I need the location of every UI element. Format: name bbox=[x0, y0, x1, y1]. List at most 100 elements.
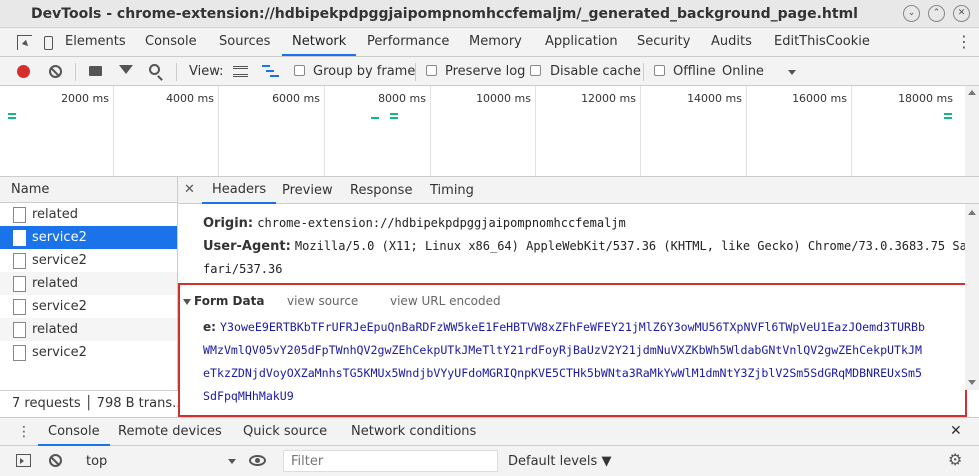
list-item[interactable]: related bbox=[0, 272, 177, 295]
console-filter-input[interactable] bbox=[283, 450, 498, 472]
search-icon[interactable] bbox=[149, 64, 163, 81]
live-expression-eye-icon[interactable] bbox=[249, 455, 266, 466]
user-agent-header: User-Agent: Mozilla/5.0 (X11; Linux x86_… bbox=[203, 239, 967, 254]
file-icon bbox=[13, 276, 26, 292]
chevron-down-icon[interactable] bbox=[228, 459, 236, 464]
close-drawer-icon[interactable]: ✕ bbox=[950, 423, 962, 439]
status-summary: 7 requests │ 798 B trans... bbox=[0, 390, 178, 416]
request-list: Name related service2 service2 related s… bbox=[0, 177, 178, 416]
list-item[interactable]: related bbox=[0, 318, 177, 341]
tab-application[interactable]: Application bbox=[545, 28, 618, 56]
waterfall-icon[interactable] bbox=[262, 65, 280, 77]
tab-audits[interactable]: Audits bbox=[711, 28, 752, 56]
disable-cache-label: Disable cache bbox=[550, 64, 641, 79]
group-by-frame-checkbox[interactable] bbox=[294, 65, 305, 76]
record-icon[interactable] bbox=[17, 65, 30, 78]
disable-cache-checkbox[interactable] bbox=[530, 65, 541, 76]
tab-console[interactable]: Console bbox=[145, 28, 197, 56]
gridline bbox=[113, 86, 114, 176]
toolbar-separator bbox=[75, 63, 76, 81]
maximize-icon[interactable]: ⌃ bbox=[928, 5, 945, 22]
window-title: DevTools - chrome-extension://hdbipekpdp… bbox=[31, 6, 858, 22]
preserve-log-checkbox[interactable] bbox=[426, 65, 437, 76]
tab-response[interactable]: Response bbox=[350, 183, 412, 198]
tick-label: 2000 ms bbox=[61, 92, 109, 105]
list-item[interactable]: service2 bbox=[0, 249, 177, 272]
view-url-encoded-link[interactable]: view URL encoded bbox=[390, 294, 501, 308]
gear-icon[interactable]: ⚙ bbox=[948, 452, 962, 468]
tab-sources[interactable]: Sources bbox=[219, 28, 270, 56]
tab-network[interactable]: Network bbox=[282, 28, 357, 56]
more-options-icon[interactable]: ⋮ bbox=[956, 34, 972, 50]
console-sidebar-icon[interactable] bbox=[16, 454, 31, 467]
file-icon bbox=[13, 345, 26, 361]
request-bar bbox=[390, 117, 398, 119]
request-name: service2 bbox=[32, 253, 87, 268]
close-detail-icon[interactable]: ✕ bbox=[184, 182, 195, 197]
view-source-link[interactable]: view source bbox=[287, 294, 358, 308]
file-icon bbox=[13, 253, 26, 269]
drawer-menu-icon[interactable]: ⋮ bbox=[17, 424, 31, 440]
list-item[interactable]: related bbox=[0, 203, 177, 226]
user-agent-continued: fari/537.36 bbox=[203, 262, 282, 277]
close-icon[interactable]: ✕ bbox=[953, 5, 970, 22]
request-bar bbox=[371, 117, 379, 119]
tab-preview[interactable]: Preview bbox=[282, 183, 333, 198]
tab-security[interactable]: Security bbox=[637, 28, 690, 56]
form-field-value: SdFpqMHhMakU9 bbox=[203, 389, 294, 403]
drawer-tab-bar: ⋮ Console Remote devices Quick source Ne… bbox=[0, 417, 979, 446]
tab-elements[interactable]: Elements bbox=[65, 28, 126, 56]
tab-editthiscookie[interactable]: EditThisCookie bbox=[774, 28, 870, 56]
request-bar bbox=[944, 113, 952, 115]
request-name: service2 bbox=[32, 230, 87, 245]
tick-label: 16000 ms bbox=[792, 92, 847, 105]
minimize-icon[interactable]: ⌄ bbox=[903, 5, 920, 22]
form-data-title[interactable]: Form Data bbox=[194, 294, 264, 308]
overview-scrollbar[interactable] bbox=[965, 86, 979, 176]
tab-headers[interactable]: Headers bbox=[202, 177, 277, 204]
filter-icon[interactable] bbox=[119, 65, 133, 74]
user-agent-key: User-Agent: bbox=[203, 239, 291, 254]
gridline bbox=[324, 86, 325, 176]
request-detail-pane: ✕ Headers Preview Response Timing Origin… bbox=[178, 177, 979, 417]
detail-scrollbar[interactable] bbox=[965, 204, 979, 390]
clear-icon[interactable] bbox=[49, 65, 62, 78]
origin-key: Origin: bbox=[203, 216, 254, 231]
toolbar-separator bbox=[415, 63, 416, 81]
chevron-down-icon[interactable] bbox=[788, 70, 796, 75]
tick-label: 4000 ms bbox=[166, 92, 214, 105]
tick-label: 12000 ms bbox=[581, 92, 636, 105]
form-field-value: eTkzZDNjdVoyOXZaMnhsTG5KMUx5WndjbVYyUFdo… bbox=[203, 366, 922, 380]
request-name: related bbox=[32, 207, 78, 222]
screenshot-icon[interactable] bbox=[89, 66, 102, 76]
drawer-tab-network-conditions[interactable]: Network conditions bbox=[351, 424, 476, 439]
user-agent-value-cont: fari/537.36 bbox=[203, 262, 283, 276]
large-rows-icon[interactable] bbox=[233, 66, 248, 77]
detail-tab-bar: ✕ Headers Preview Response Timing bbox=[178, 177, 979, 204]
tab-memory[interactable]: Memory bbox=[469, 28, 522, 56]
file-icon bbox=[13, 230, 26, 246]
name-column-header[interactable]: Name bbox=[0, 177, 177, 203]
list-item[interactable]: service2 bbox=[0, 341, 177, 364]
context-select[interactable]: top bbox=[86, 454, 107, 469]
toolbar-separator bbox=[176, 63, 177, 81]
drawer-tab-console[interactable]: Console bbox=[38, 418, 110, 446]
list-item[interactable]: service2 bbox=[0, 295, 177, 318]
origin-header: Origin: chrome-extension://hdbipekpdpggj… bbox=[203, 216, 626, 231]
tab-performance[interactable]: Performance bbox=[367, 28, 449, 56]
gridline bbox=[430, 86, 431, 176]
tab-timing[interactable]: Timing bbox=[430, 183, 474, 198]
clear-console-icon[interactable] bbox=[49, 454, 62, 467]
request-name: related bbox=[32, 276, 78, 291]
triangle-down-icon[interactable] bbox=[183, 299, 191, 305]
drawer-tab-quick-source[interactable]: Quick source bbox=[243, 424, 327, 439]
file-icon bbox=[13, 299, 26, 315]
inspect-element-icon[interactable] bbox=[17, 35, 32, 50]
list-item[interactable]: service2 bbox=[0, 226, 177, 249]
log-levels-select[interactable]: Default levels ▼ bbox=[508, 454, 611, 469]
throttling-select[interactable]: Online bbox=[722, 64, 764, 79]
drawer-tab-remote-devices[interactable]: Remote devices bbox=[118, 424, 222, 439]
timeline-overview[interactable]: 2000 ms 4000 ms 6000 ms 8000 ms 10000 ms… bbox=[0, 86, 979, 177]
request-bar bbox=[8, 113, 16, 115]
offline-checkbox[interactable] bbox=[654, 65, 665, 76]
